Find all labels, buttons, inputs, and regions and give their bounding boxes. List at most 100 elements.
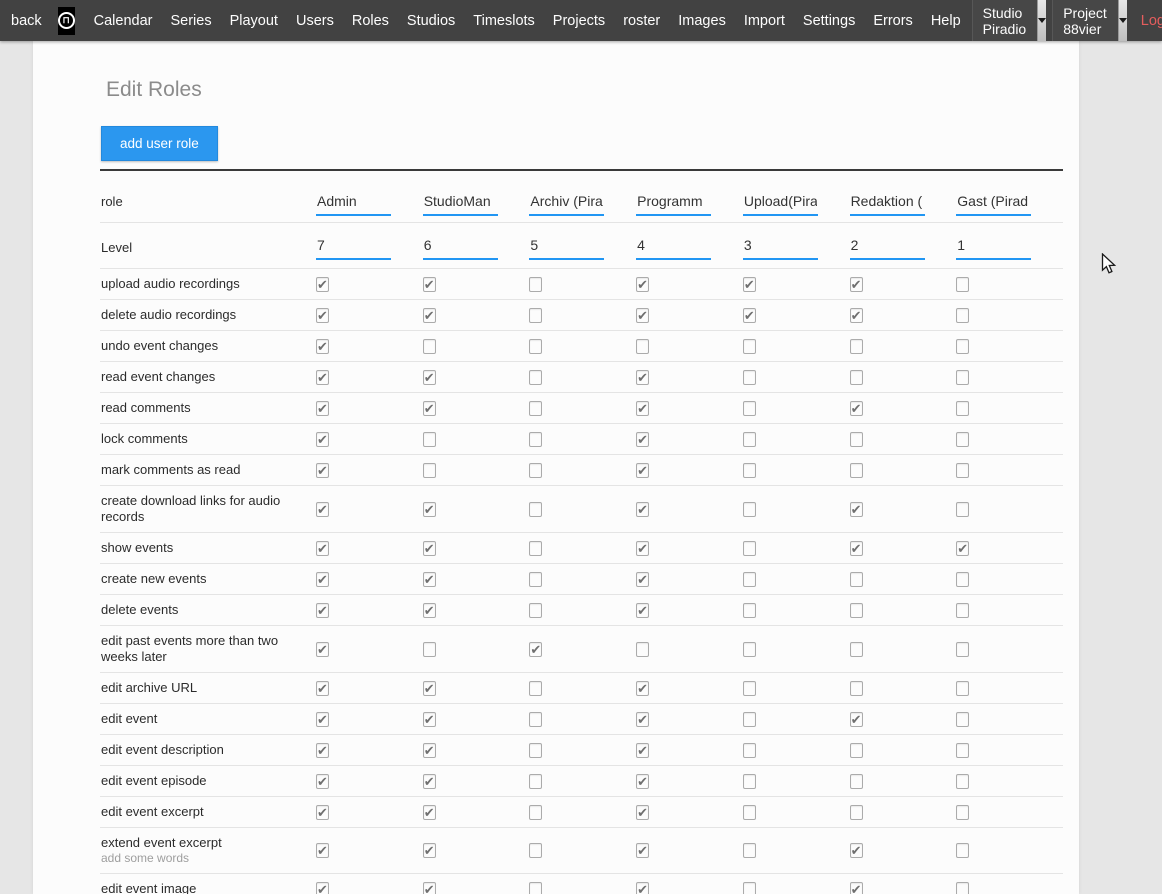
permission-checkbox-unchecked[interactable] xyxy=(956,743,969,758)
permission-checkbox-checked[interactable] xyxy=(423,502,436,517)
permission-checkbox-unchecked[interactable] xyxy=(743,463,756,478)
permission-checkbox-unchecked[interactable] xyxy=(423,432,436,447)
permission-checkbox-checked[interactable] xyxy=(423,370,436,385)
permission-checkbox-checked[interactable] xyxy=(743,277,756,292)
permission-checkbox-unchecked[interactable] xyxy=(850,743,863,758)
permission-checkbox-unchecked[interactable] xyxy=(743,339,756,354)
permission-checkbox-checked[interactable] xyxy=(636,882,649,894)
permission-checkbox-checked[interactable] xyxy=(850,541,863,556)
permission-checkbox-unchecked[interactable] xyxy=(956,370,969,385)
permission-checkbox-unchecked[interactable] xyxy=(529,401,542,416)
permission-checkbox-unchecked[interactable] xyxy=(743,502,756,517)
project-select[interactable]: Project 88vier xyxy=(1052,0,1127,41)
permission-checkbox-unchecked[interactable] xyxy=(956,463,969,478)
level-input-7[interactable] xyxy=(956,235,1031,260)
permission-checkbox-unchecked[interactable] xyxy=(743,572,756,587)
permission-checkbox-checked[interactable] xyxy=(850,882,863,894)
permission-checkbox-checked[interactable] xyxy=(743,308,756,323)
permission-checkbox-checked[interactable] xyxy=(636,681,649,696)
permission-checkbox-checked[interactable] xyxy=(636,774,649,789)
permission-checkbox-checked[interactable] xyxy=(636,463,649,478)
permission-checkbox-checked[interactable] xyxy=(423,843,436,858)
permission-checkbox-checked[interactable] xyxy=(316,502,329,517)
permission-checkbox-checked[interactable] xyxy=(316,603,329,618)
permission-checkbox-unchecked[interactable] xyxy=(529,502,542,517)
permission-checkbox-unchecked[interactable] xyxy=(956,882,969,894)
permission-checkbox-checked[interactable] xyxy=(423,541,436,556)
permission-checkbox-unchecked[interactable] xyxy=(423,463,436,478)
chevron-down-icon[interactable] xyxy=(1118,0,1127,41)
permission-checkbox-checked[interactable] xyxy=(850,277,863,292)
permission-checkbox-unchecked[interactable] xyxy=(636,339,649,354)
permission-checkbox-checked[interactable] xyxy=(316,463,329,478)
permission-checkbox-unchecked[interactable] xyxy=(850,572,863,587)
permission-checkbox-checked[interactable] xyxy=(423,681,436,696)
permission-checkbox-checked[interactable] xyxy=(316,308,329,323)
permission-checkbox-checked[interactable] xyxy=(316,370,329,385)
permission-checkbox-checked[interactable] xyxy=(316,882,329,894)
nav-item-roles[interactable]: Roles xyxy=(343,0,398,41)
permission-checkbox-checked[interactable] xyxy=(636,308,649,323)
permission-checkbox-unchecked[interactable] xyxy=(743,712,756,727)
permission-checkbox-unchecked[interactable] xyxy=(850,339,863,354)
permission-checkbox-unchecked[interactable] xyxy=(529,805,542,820)
nav-item-images[interactable]: Images xyxy=(669,0,735,41)
permission-checkbox-checked[interactable] xyxy=(423,743,436,758)
permission-checkbox-unchecked[interactable] xyxy=(850,432,863,447)
permission-checkbox-unchecked[interactable] xyxy=(743,681,756,696)
permission-checkbox-checked[interactable] xyxy=(316,541,329,556)
permission-checkbox-checked[interactable] xyxy=(316,642,329,657)
permission-checkbox-unchecked[interactable] xyxy=(956,308,969,323)
permission-checkbox-checked[interactable] xyxy=(423,277,436,292)
permission-checkbox-unchecked[interactable] xyxy=(956,603,969,618)
permission-checkbox-checked[interactable] xyxy=(636,743,649,758)
permission-checkbox-checked[interactable] xyxy=(850,401,863,416)
nav-item-calendar[interactable]: Calendar xyxy=(83,0,162,41)
chevron-down-icon[interactable] xyxy=(1037,0,1046,41)
permission-checkbox-unchecked[interactable] xyxy=(956,805,969,820)
nav-item-playout[interactable]: Playout xyxy=(221,0,287,41)
level-input-6[interactable] xyxy=(850,235,925,260)
permission-checkbox-checked[interactable] xyxy=(423,712,436,727)
role-name-input-3[interactable] xyxy=(529,191,604,216)
permission-checkbox-unchecked[interactable] xyxy=(743,603,756,618)
permission-checkbox-unchecked[interactable] xyxy=(529,572,542,587)
permission-checkbox-unchecked[interactable] xyxy=(743,541,756,556)
permission-checkbox-checked[interactable] xyxy=(423,805,436,820)
permission-checkbox-unchecked[interactable] xyxy=(956,642,969,657)
permission-checkbox-checked[interactable] xyxy=(636,277,649,292)
permission-checkbox-checked[interactable] xyxy=(316,432,329,447)
permission-checkbox-checked[interactable] xyxy=(316,843,329,858)
level-input-1[interactable] xyxy=(316,235,391,260)
nav-item-help[interactable]: Help xyxy=(922,0,970,41)
permission-checkbox-unchecked[interactable] xyxy=(850,774,863,789)
role-name-input-2[interactable] xyxy=(423,191,498,216)
permission-checkbox-unchecked[interactable] xyxy=(529,432,542,447)
nav-item-settings[interactable]: Settings xyxy=(794,0,864,41)
permission-checkbox-unchecked[interactable] xyxy=(743,843,756,858)
nav-item-studios[interactable]: Studios xyxy=(398,0,464,41)
nav-item-series[interactable]: Series xyxy=(161,0,220,41)
permission-checkbox-checked[interactable] xyxy=(316,401,329,416)
add-user-role-button[interactable]: add user role xyxy=(101,126,218,161)
nav-item-projects[interactable]: Projects xyxy=(544,0,614,41)
level-input-3[interactable] xyxy=(529,235,604,260)
nav-item-back[interactable]: back xyxy=(0,0,51,41)
permission-checkbox-unchecked[interactable] xyxy=(743,432,756,447)
permission-checkbox-checked[interactable] xyxy=(316,277,329,292)
permission-checkbox-checked[interactable] xyxy=(850,843,863,858)
permission-checkbox-checked[interactable] xyxy=(316,774,329,789)
permission-checkbox-unchecked[interactable] xyxy=(743,882,756,894)
permission-checkbox-checked[interactable] xyxy=(423,401,436,416)
permission-checkbox-unchecked[interactable] xyxy=(850,642,863,657)
level-input-2[interactable] xyxy=(423,235,498,260)
permission-checkbox-checked[interactable] xyxy=(316,805,329,820)
permission-checkbox-unchecked[interactable] xyxy=(743,743,756,758)
role-name-input-5[interactable] xyxy=(743,191,818,216)
permission-checkbox-unchecked[interactable] xyxy=(956,401,969,416)
permission-checkbox-checked[interactable] xyxy=(316,572,329,587)
permission-checkbox-unchecked[interactable] xyxy=(529,843,542,858)
level-input-4[interactable] xyxy=(636,235,711,260)
permission-checkbox-checked[interactable] xyxy=(423,603,436,618)
permission-checkbox-unchecked[interactable] xyxy=(956,681,969,696)
